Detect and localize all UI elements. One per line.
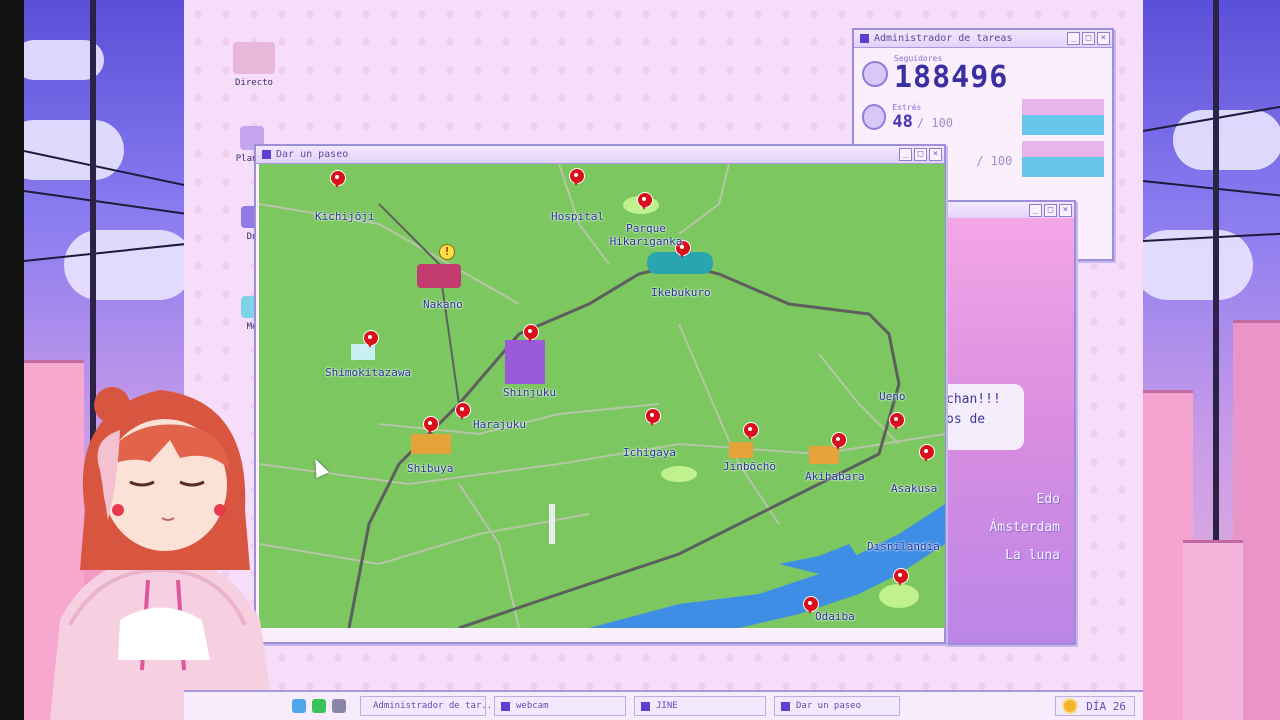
minimize-button[interactable]: _ xyxy=(1029,204,1042,217)
map-window[interactable]: Dar un paseo _ □ × ! Kichijōji Hospital … xyxy=(254,144,946,644)
stress-value: 48 xyxy=(892,111,913,132)
close-button[interactable]: × xyxy=(929,148,942,161)
map-pin-icon[interactable] xyxy=(569,168,585,186)
shinjuku-building xyxy=(505,340,545,384)
place-ueno[interactable]: Ueno xyxy=(879,390,906,403)
map-pin-icon[interactable] xyxy=(645,408,661,426)
destination-amsterdam[interactable]: Ámsterdam xyxy=(990,520,1060,535)
chat-body: chan!!! os de Edo Ámsterdam La luna xyxy=(946,218,1074,643)
place-shimokitazawa[interactable]: Shimokitazawa xyxy=(325,366,411,379)
avatar-icon xyxy=(862,104,887,130)
window-title: Dar un paseo xyxy=(276,149,349,160)
task-label: Dar un paseo xyxy=(796,701,862,711)
place-shibuya[interactable]: Shibuya xyxy=(407,462,453,475)
task-label: webcam xyxy=(516,701,549,711)
window-title: Administrador de tareas xyxy=(874,33,1013,44)
stress-label: Estrés xyxy=(892,102,922,112)
place-jinbocho[interactable]: Jinbōchō xyxy=(723,460,776,473)
task-task-manager[interactable]: Administrador de tar... xyxy=(360,696,498,716)
place-parque-hikariganka[interactable]: Parque Hikariganka xyxy=(601,222,691,248)
nakano-building xyxy=(417,264,461,288)
map-pin-icon[interactable] xyxy=(330,170,346,188)
followers-count: 188496 xyxy=(894,60,1009,95)
map-pin-icon[interactable] xyxy=(893,568,909,586)
tokyo-map[interactable]: ! Kichijōji Hospital Parque Hikariganka … xyxy=(259,164,945,628)
window-icon xyxy=(641,701,650,711)
stress-meter xyxy=(1022,99,1104,135)
taskbar: Administrador de tar... webcam JINE Dar … xyxy=(184,690,1143,720)
map-pin-icon[interactable] xyxy=(423,416,439,434)
chat-line: os de xyxy=(946,412,986,427)
maximize-button[interactable]: □ xyxy=(1044,204,1057,217)
desktop-icon-directo[interactable]: Directo xyxy=(226,42,282,88)
place-nakano[interactable]: Nakano xyxy=(423,298,463,311)
minimize-button[interactable]: _ xyxy=(899,148,912,161)
task-webcam[interactable]: webcam xyxy=(494,696,626,716)
chat-window[interactable]: _ □ × chan!!! os de Edo Ámsterdam La lun… xyxy=(944,200,1076,645)
park-area xyxy=(879,584,919,608)
place-asakusa[interactable]: Asakusa xyxy=(891,482,937,495)
right-background-art xyxy=(1143,0,1280,720)
desktop-icon-label: Directo xyxy=(235,78,273,88)
place-disnilandia[interactable]: Disnilandia xyxy=(867,540,940,553)
map-pin-icon[interactable] xyxy=(363,330,379,348)
map-pin-icon[interactable] xyxy=(743,422,759,440)
window-icon xyxy=(501,701,510,711)
place-shinjuku[interactable]: Shinjuku xyxy=(503,386,556,399)
maximize-button[interactable]: □ xyxy=(914,148,927,161)
chat-line: chan!!! xyxy=(946,392,1001,407)
place-ikebukuro[interactable]: Ikebukuro xyxy=(651,286,711,299)
minimize-button[interactable]: _ xyxy=(1067,32,1080,45)
tower-landmark xyxy=(549,504,555,544)
map-pin-icon[interactable] xyxy=(455,402,471,420)
task-label: JINE xyxy=(656,701,678,711)
task-manager-titlebar[interactable]: Administrador de tareas _ □ × xyxy=(854,30,1112,48)
monitor-icon[interactable] xyxy=(332,699,346,713)
stress-max: / 100 xyxy=(916,115,954,130)
maximize-button[interactable]: □ xyxy=(1082,32,1095,45)
second-meter xyxy=(1022,141,1104,177)
place-hospital[interactable]: Hospital xyxy=(551,210,604,223)
day-indicator: DÍA 26 xyxy=(1055,696,1135,716)
map-pin-icon[interactable] xyxy=(889,412,905,430)
map-pin-icon[interactable] xyxy=(831,432,847,450)
map-titlebar[interactable]: Dar un paseo _ □ × xyxy=(256,146,944,164)
chat-bubble: chan!!! os de xyxy=(946,384,1024,450)
day-label: DÍA 26 xyxy=(1086,699,1126,713)
place-harajuku[interactable]: Harajuku xyxy=(473,418,526,431)
task-label: Administrador de tar... xyxy=(373,701,498,711)
second-stat-max: / 100 xyxy=(976,153,1013,168)
map-pin-icon[interactable] xyxy=(919,444,935,462)
place-kichijoji[interactable]: Kichijōji xyxy=(315,210,375,223)
chat-app-icon[interactable] xyxy=(312,699,326,713)
map-pin-icon[interactable] xyxy=(523,324,539,342)
alert-icon[interactable]: ! xyxy=(439,244,455,260)
stress-row: Estrés 48/ 100 xyxy=(862,99,1104,135)
place-odaiba[interactable]: Odaiba xyxy=(815,610,855,623)
screen-edge xyxy=(0,0,24,720)
place-akihabara[interactable]: Akihabara xyxy=(805,470,865,483)
window-icon xyxy=(262,150,271,159)
twitter-icon[interactable] xyxy=(292,699,306,713)
close-button[interactable]: × xyxy=(1059,204,1072,217)
park-area xyxy=(661,466,697,482)
sun-icon xyxy=(1064,700,1077,712)
followers-row: Seguidores 188496 xyxy=(862,54,1104,93)
destination-luna[interactable]: La luna xyxy=(1005,548,1060,563)
window-icon xyxy=(860,34,869,43)
task-dar-un-paseo[interactable]: Dar un paseo xyxy=(774,696,900,716)
place-ichigaya[interactable]: Ichigaya xyxy=(623,446,676,459)
window-icon xyxy=(781,701,790,711)
vtuber-avatar xyxy=(50,387,275,720)
close-button[interactable]: × xyxy=(1097,32,1110,45)
shibuya-building xyxy=(411,434,451,454)
video-icon xyxy=(233,42,275,74)
map-pin-icon[interactable] xyxy=(637,192,653,210)
task-jine[interactable]: JINE xyxy=(634,696,766,716)
jinbocho-building xyxy=(729,442,753,458)
avatar-icon xyxy=(862,60,888,87)
destination-edo[interactable]: Edo xyxy=(1037,492,1060,507)
